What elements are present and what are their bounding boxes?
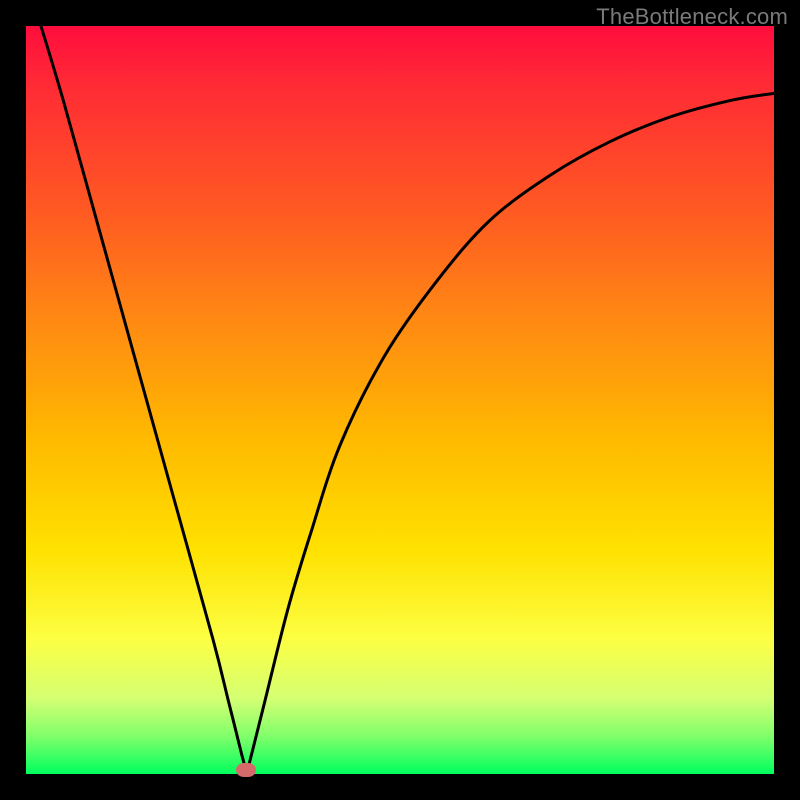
curve-svg <box>26 26 774 774</box>
plot-area <box>26 26 774 774</box>
curve-path <box>41 26 774 770</box>
optimal-point-marker <box>236 763 256 777</box>
chart-frame: TheBottleneck.com <box>0 0 800 800</box>
watermark-text: TheBottleneck.com <box>596 4 788 30</box>
